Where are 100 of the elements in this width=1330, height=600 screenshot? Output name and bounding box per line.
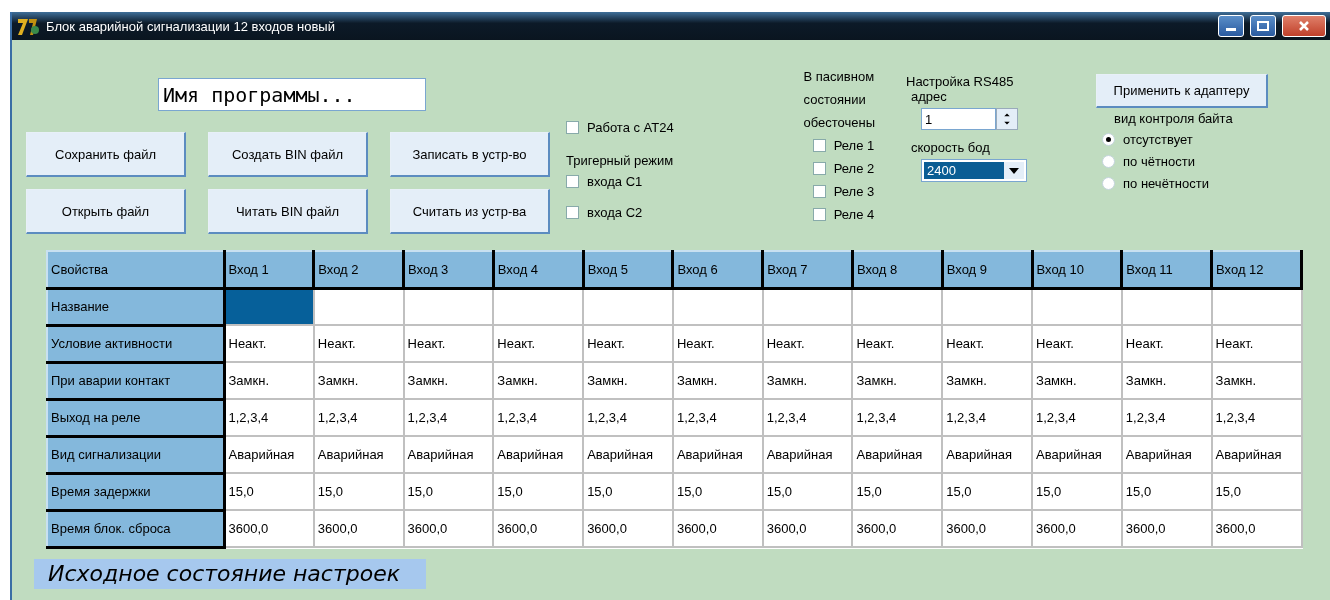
table-cell[interactable]: 1,2,3,4 xyxy=(493,399,584,436)
table-cell[interactable]: Аварийная xyxy=(672,436,763,473)
table-cell[interactable]: Неакт. xyxy=(762,325,853,362)
table-cell[interactable]: Аварийная xyxy=(1121,436,1212,473)
table-cell[interactable] xyxy=(583,288,673,325)
baud-dropdown[interactable]: 2400 xyxy=(921,159,1027,182)
table-cell[interactable]: Неакт. xyxy=(1211,325,1302,362)
table-cell[interactable] xyxy=(852,288,943,325)
table-cell[interactable] xyxy=(403,288,494,325)
table-cell[interactable]: 15,0 xyxy=(1211,473,1302,510)
table-cell[interactable]: 15,0 xyxy=(1032,473,1122,510)
table-cell[interactable]: Замкн. xyxy=(762,362,853,399)
table-cell[interactable] xyxy=(762,288,853,325)
table-cell[interactable]: 3600,0 xyxy=(1121,510,1212,547)
table-cell[interactable]: 15,0 xyxy=(493,473,584,510)
table-cell[interactable]: 1,2,3,4 xyxy=(403,399,494,436)
table-cell[interactable]: Аварийная xyxy=(313,436,404,473)
table-cell[interactable]: 3600,0 xyxy=(942,510,1033,547)
table-cell[interactable]: Замкн. xyxy=(1121,362,1212,399)
table-cell[interactable]: 1,2,3,4 xyxy=(852,399,943,436)
table-cell[interactable]: Аварийная xyxy=(852,436,943,473)
radio-button[interactable] xyxy=(1102,154,1115,168)
table-cell[interactable]: 3600,0 xyxy=(852,510,943,547)
file-button[interactable]: Считать из устр-ва xyxy=(390,189,550,234)
table-cell[interactable]: 1,2,3,4 xyxy=(942,399,1033,436)
table-cell[interactable]: 15,0 xyxy=(762,473,853,510)
table-cell[interactable]: Неакт. xyxy=(1032,325,1122,362)
minimize-button[interactable] xyxy=(1218,15,1244,37)
radio-button[interactable] xyxy=(1102,176,1115,190)
spinner-arrows-icon[interactable] xyxy=(996,108,1018,130)
file-button[interactable]: Создать BIN файл xyxy=(208,132,368,177)
table-cell[interactable] xyxy=(313,288,404,325)
table-cell[interactable]: Неакт. xyxy=(672,325,763,362)
table-cell[interactable]: Неакт. xyxy=(852,325,943,362)
table-cell[interactable]: 3600,0 xyxy=(672,510,763,547)
file-button[interactable]: Сохранить файл xyxy=(26,132,186,177)
table-cell[interactable]: Аварийная xyxy=(493,436,584,473)
maximize-button[interactable] xyxy=(1250,15,1276,37)
table-cell[interactable]: 3600,0 xyxy=(583,510,673,547)
table-cell[interactable]: 3600,0 xyxy=(762,510,853,547)
table-cell[interactable]: Неакт. xyxy=(1121,325,1212,362)
table-cell[interactable]: Аварийная xyxy=(1032,436,1122,473)
table-cell[interactable]: Неакт. xyxy=(313,325,404,362)
program-name-field[interactable]: Имя программы... xyxy=(158,78,426,111)
table-cell[interactable]: Неакт. xyxy=(403,325,494,362)
table-cell[interactable]: Аварийная xyxy=(1211,436,1302,473)
table-cell[interactable] xyxy=(1032,288,1122,325)
table-cell[interactable]: Аварийная xyxy=(403,436,494,473)
table-cell[interactable]: 1,2,3,4 xyxy=(762,399,853,436)
table-cell[interactable]: Замкн. xyxy=(583,362,673,399)
table-cell[interactable]: 15,0 xyxy=(1121,473,1212,510)
table-cell[interactable]: Замкн. xyxy=(672,362,763,399)
checkbox[interactable] xyxy=(566,206,579,219)
table-cell[interactable]: 15,0 xyxy=(583,473,673,510)
table-cell[interactable]: Аварийная xyxy=(224,436,314,473)
file-button[interactable]: Записать в устр-во xyxy=(390,132,550,177)
table-cell[interactable]: 1,2,3,4 xyxy=(313,399,404,436)
checkbox[interactable] xyxy=(566,121,579,134)
table-cell[interactable]: 15,0 xyxy=(403,473,494,510)
table-cell[interactable]: 15,0 xyxy=(224,473,314,510)
table-cell[interactable] xyxy=(224,288,314,325)
table-cell[interactable]: 1,2,3,4 xyxy=(224,399,314,436)
table-cell[interactable]: Замкн. xyxy=(224,362,314,399)
table-cell[interactable]: 1,2,3,4 xyxy=(1032,399,1122,436)
table-cell[interactable]: Аварийная xyxy=(942,436,1033,473)
checkbox[interactable] xyxy=(812,208,826,221)
table-cell[interactable] xyxy=(1211,288,1302,325)
file-button[interactable]: Открыть файл xyxy=(26,189,186,234)
table-cell[interactable]: Аварийная xyxy=(583,436,673,473)
table-cell[interactable]: 3600,0 xyxy=(313,510,404,547)
table-cell[interactable]: 15,0 xyxy=(942,473,1033,510)
table-cell[interactable]: Замкн. xyxy=(852,362,943,399)
checkbox[interactable] xyxy=(812,139,826,152)
table-cell[interactable]: 15,0 xyxy=(852,473,943,510)
checkbox[interactable] xyxy=(566,175,579,188)
table-cell[interactable]: 15,0 xyxy=(313,473,404,510)
checkbox[interactable] xyxy=(812,162,826,175)
table-cell[interactable]: Замкн. xyxy=(313,362,404,399)
table-cell[interactable]: Неакт. xyxy=(583,325,673,362)
table-cell[interactable]: 1,2,3,4 xyxy=(1211,399,1302,436)
table-cell[interactable]: 3600,0 xyxy=(403,510,494,547)
apply-button[interactable]: Применить к адаптеру xyxy=(1096,74,1268,108)
table-cell[interactable] xyxy=(493,288,584,325)
table-cell[interactable]: 1,2,3,4 xyxy=(1121,399,1212,436)
table-cell[interactable] xyxy=(942,288,1033,325)
address-field[interactable]: 1 xyxy=(921,108,996,130)
table-cell[interactable]: Замкн. xyxy=(493,362,584,399)
table-cell[interactable]: 15,0 xyxy=(672,473,763,510)
table-cell[interactable]: Неакт. xyxy=(493,325,584,362)
table-cell[interactable] xyxy=(672,288,763,325)
table-cell[interactable]: 1,2,3,4 xyxy=(672,399,763,436)
table-cell[interactable] xyxy=(1121,288,1212,325)
table-cell[interactable]: Замкн. xyxy=(1032,362,1122,399)
table-cell[interactable]: 3600,0 xyxy=(1211,510,1302,547)
radio-button[interactable] xyxy=(1102,132,1115,146)
table-cell[interactable]: 1,2,3,4 xyxy=(583,399,673,436)
table-cell[interactable]: Замкн. xyxy=(403,362,494,399)
file-button[interactable]: Читать BIN файл xyxy=(208,189,368,234)
table-cell[interactable]: Замкн. xyxy=(1211,362,1302,399)
checkbox[interactable] xyxy=(812,185,826,198)
